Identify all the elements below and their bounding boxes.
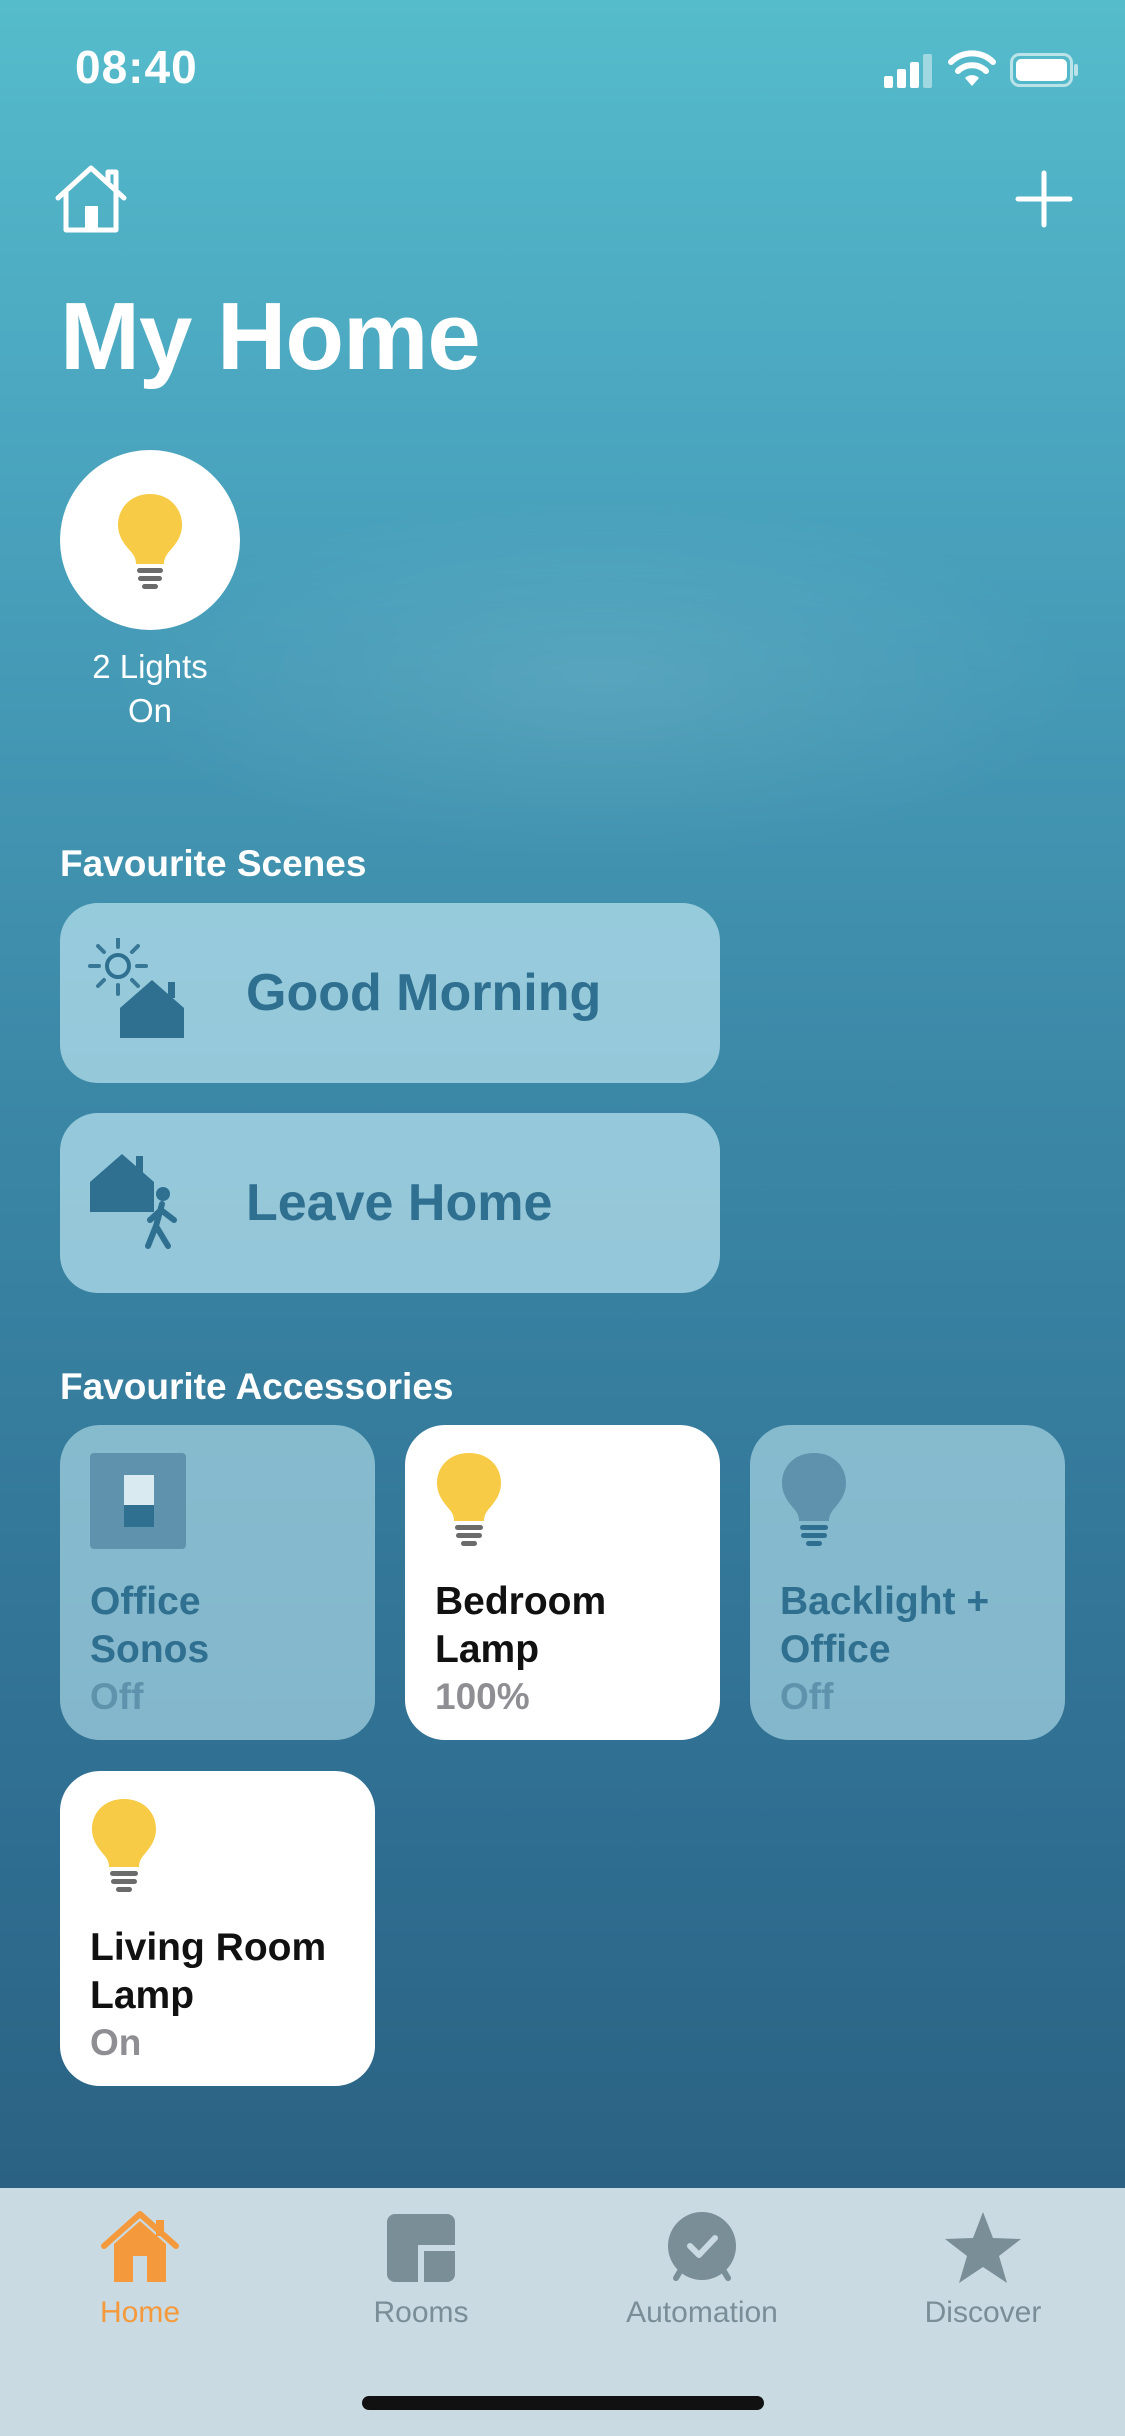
lights-status-button[interactable] (60, 450, 240, 630)
tab-label: Home (99, 2296, 181, 2329)
tab-discover[interactable]: Discover (873, 2208, 1093, 2330)
accessory-name: Office Sonos (90, 1578, 345, 1674)
accessory-name-line2: Lamp (90, 1974, 195, 2017)
accessory-tile-office-sonos[interactable]: Office Sonos Off (60, 1425, 375, 1740)
switch-icon (90, 1453, 186, 1549)
scene-name: Good Morning (246, 964, 602, 1022)
wifi-icon (948, 50, 996, 86)
star-icon (945, 2212, 1021, 2283)
sunrise-house-icon (88, 938, 184, 1038)
accessory-tile-bedroom-lamp[interactable]: Bedroom Lamp 100% (405, 1425, 720, 1740)
accessory-name-line1: Living Room (90, 1926, 327, 1969)
page-title: My Home (60, 283, 481, 390)
status-time: 08:40 (75, 41, 198, 93)
accessory-name-line2: Sonos (90, 1628, 210, 1671)
scene-name: Leave Home (246, 1174, 553, 1232)
accessory-name: Backlight + Office (780, 1578, 1035, 1674)
accessory-status: On (90, 2022, 142, 2063)
home-icon (101, 2211, 179, 2282)
tab-label: Rooms (373, 2296, 469, 2329)
lightbulb-icon (118, 494, 182, 589)
lights-status-line2: On (127, 692, 173, 729)
lightbulb-icon (782, 1453, 846, 1546)
tab-label: Automation (626, 2296, 778, 2329)
accessory-status: Off (90, 1676, 144, 1717)
accessory-name: Bedroom Lamp (435, 1578, 690, 1674)
tab-home[interactable]: Home (30, 2208, 250, 2330)
lights-status-label: 2 Lights On (50, 645, 250, 733)
accessories-header: Favourite Accessories (60, 1366, 454, 1407)
lightbulb-icon (437, 1453, 501, 1546)
add-icon[interactable] (1015, 170, 1073, 228)
tab-automation[interactable]: Automation (592, 2208, 812, 2330)
cellular-signal-icon (884, 54, 932, 88)
scene-good-morning[interactable]: Good Morning (60, 903, 720, 1083)
accessory-status: Off (780, 1676, 834, 1717)
automation-icon (668, 2212, 736, 2281)
accessory-name-line1: Office (90, 1580, 201, 1623)
rooms-icon (387, 2214, 455, 2282)
battery-icon (1010, 53, 1078, 87)
lights-status-line1: 2 Lights (92, 648, 208, 685)
scene-leave-home[interactable]: Leave Home (60, 1113, 720, 1293)
accessory-name-line2: Office (780, 1628, 891, 1671)
accessory-name-line1: Backlight + (780, 1580, 990, 1623)
accessory-tile-backlight-office[interactable]: Backlight + Office Off (750, 1425, 1065, 1740)
tab-rooms[interactable]: Rooms (311, 2208, 531, 2330)
accessory-name: Living Room Lamp (90, 1924, 345, 2020)
accessory-status: 100% (435, 1676, 530, 1717)
scenes-header: Favourite Scenes (60, 843, 367, 884)
accessory-name-line2: Lamp (435, 1628, 540, 1671)
accessory-name-line1: Bedroom (435, 1580, 607, 1623)
home-indicator[interactable] (362, 2396, 764, 2410)
home-settings-icon[interactable] (52, 162, 130, 234)
lightbulb-icon (92, 1799, 156, 1892)
house-walking-person-icon (90, 1154, 177, 1249)
tab-label: Discover (924, 2296, 1042, 2329)
accessory-tile-living-room-lamp[interactable]: Living Room Lamp On (60, 1771, 375, 2086)
